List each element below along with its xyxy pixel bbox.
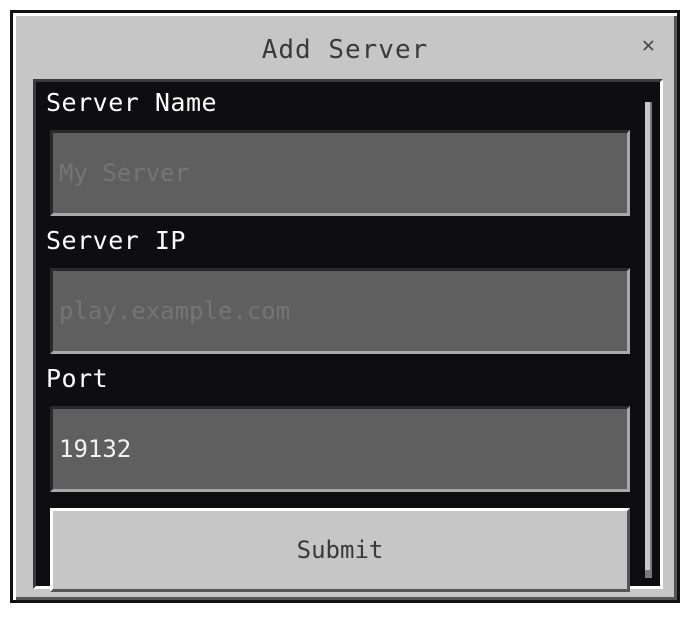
server-name-label: Server Name (46, 88, 218, 117)
port-input[interactable] (50, 406, 630, 492)
port-label: Port (46, 364, 109, 393)
server-ip-input[interactable] (50, 268, 630, 354)
submit-button[interactable]: Submit (50, 508, 630, 592)
add-server-dialog: Add Server ✕ Server Name Server IP Port … (10, 10, 680, 603)
scrollbar[interactable] (641, 98, 655, 584)
form-panel: Server Name Server IP Port Submit (33, 79, 663, 592)
server-name-input[interactable] (50, 130, 630, 216)
scrollbar-thumb[interactable] (645, 102, 652, 578)
close-icon[interactable]: ✕ (642, 35, 655, 57)
dialog-title: Add Server (261, 35, 429, 65)
server-ip-label: Server IP (46, 226, 186, 255)
